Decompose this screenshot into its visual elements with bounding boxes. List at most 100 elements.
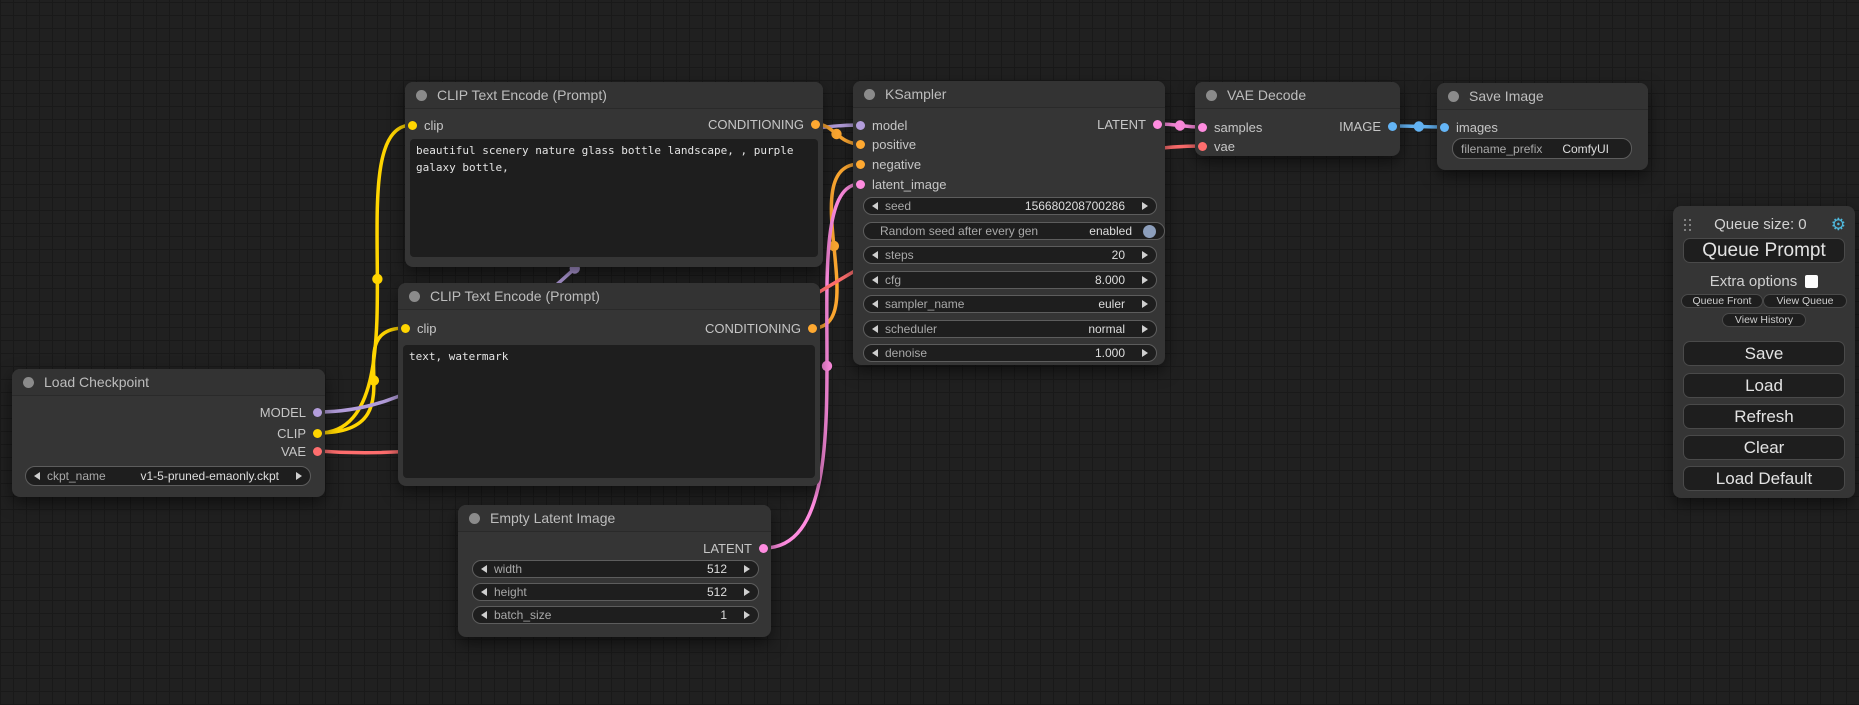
wire-midpoint-dot-clip-to-clip-encode-2 — [369, 375, 379, 385]
widget-label: batch_size — [494, 608, 551, 622]
decrement-arrow-icon[interactable] — [481, 565, 487, 573]
collapse-dot-icon[interactable] — [23, 377, 34, 388]
node-save-image[interactable]: Save Image images filename_prefix ComfyU… — [1437, 83, 1648, 170]
slot-label: CLIP — [277, 426, 306, 441]
node-ksampler[interactable]: KSampler model positive negative latent_… — [853, 81, 1165, 365]
node-title: Empty Latent Image — [490, 510, 615, 526]
widget-steps[interactable]: steps 20 — [863, 246, 1157, 264]
decrement-arrow-icon[interactable] — [872, 300, 878, 308]
slot-dot-model[interactable] — [313, 408, 322, 417]
slot-dot-negative[interactable] — [856, 160, 865, 169]
increment-arrow-icon[interactable] — [1142, 349, 1148, 357]
increment-arrow-icon[interactable] — [1142, 325, 1148, 333]
widget-value: euler — [1098, 297, 1125, 311]
slot-dot-latent-image[interactable] — [856, 180, 865, 189]
slot-dot-conditioning[interactable] — [808, 324, 817, 333]
collapse-dot-icon[interactable] — [416, 90, 427, 101]
widget-cfg[interactable]: cfg 8.000 — [863, 271, 1157, 289]
settings-gear-icon[interactable]: ⚙ — [1831, 216, 1846, 233]
input-slot-clip: clip — [401, 320, 437, 336]
clear-button[interactable]: Clear — [1683, 435, 1845, 460]
widget-scheduler[interactable]: scheduler normal — [863, 320, 1157, 338]
drag-handle-icon[interactable] — [1684, 219, 1686, 221]
collapse-dot-icon[interactable] — [469, 513, 480, 524]
decrement-arrow-icon[interactable] — [872, 202, 878, 210]
output-slot-vae: VAE — [281, 443, 322, 459]
node-vae-decode[interactable]: VAE Decode samples vae IMAGE — [1195, 82, 1400, 156]
input-slot-samples: samples — [1198, 119, 1262, 135]
widget-seed[interactable]: seed 156680208700286 — [863, 197, 1157, 215]
input-slot-positive: positive — [856, 136, 916, 152]
prompt-textarea[interactable]: beautiful scenery nature glass bottle la… — [410, 139, 818, 257]
load-button[interactable]: Load — [1683, 373, 1845, 398]
decrement-arrow-icon[interactable] — [481, 588, 487, 596]
collapse-dot-icon[interactable] — [409, 291, 420, 302]
increment-arrow-icon[interactable] — [296, 472, 302, 480]
node-empty-latent-image[interactable]: Empty Latent Image LATENT width 512 heig… — [458, 505, 771, 637]
view-queue-button[interactable]: View Queue — [1763, 294, 1847, 308]
widget-label: scheduler — [885, 322, 937, 336]
widget-value: 512 — [707, 585, 727, 599]
node-graph-canvas[interactable]: Load Checkpoint MODEL CLIP VAE ckpt_name… — [0, 0, 1859, 705]
increment-arrow-icon[interactable] — [1142, 276, 1148, 284]
widget-random-seed-toggle[interactable]: Random seed after every gen enabled — [863, 222, 1165, 240]
queue-prompt-button[interactable]: Queue Prompt — [1683, 238, 1845, 263]
view-history-button[interactable]: View History — [1722, 313, 1806, 327]
slot-label: IMAGE — [1339, 119, 1381, 134]
toggle-knob-icon[interactable] — [1143, 225, 1156, 238]
node-clip-text-encode-2[interactable]: CLIP Text Encode (Prompt) clip CONDITION… — [398, 283, 820, 486]
decrement-arrow-icon[interactable] — [872, 251, 878, 259]
slot-dot-images[interactable] — [1440, 123, 1449, 132]
widget-denoise[interactable]: denoise 1.000 — [863, 344, 1157, 362]
increment-arrow-icon[interactable] — [1142, 251, 1148, 259]
widget-filename-prefix[interactable]: filename_prefix ComfyUI — [1452, 138, 1632, 159]
node-clip-text-encode-1[interactable]: CLIP Text Encode (Prompt) clip CONDITION… — [405, 82, 823, 267]
slot-dot-clip[interactable] — [401, 324, 410, 333]
widget-batch-size[interactable]: batch_size 1 — [472, 606, 759, 624]
node-title: Load Checkpoint — [44, 374, 149, 390]
collapse-dot-icon[interactable] — [864, 89, 875, 100]
decrement-arrow-icon[interactable] — [481, 611, 487, 619]
widget-sampler-name[interactable]: sampler_name euler — [863, 295, 1157, 313]
extra-options-checkbox[interactable] — [1805, 275, 1818, 288]
widget-width[interactable]: width 512 — [472, 560, 759, 578]
decrement-arrow-icon[interactable] — [872, 325, 878, 333]
load-default-button[interactable]: Load Default — [1683, 466, 1845, 491]
slot-dot-image[interactable] — [1388, 122, 1397, 131]
prompt-textarea[interactable]: text, watermark — [403, 345, 815, 478]
slot-dot-positive[interactable] — [856, 140, 865, 149]
refresh-button[interactable]: Refresh — [1683, 404, 1845, 429]
slot-dot-vae[interactable] — [1198, 142, 1207, 151]
slot-label: VAE — [281, 444, 306, 459]
slot-dot-clip[interactable] — [313, 429, 322, 438]
slot-dot-conditioning[interactable] — [811, 120, 820, 129]
increment-arrow-icon[interactable] — [744, 588, 750, 596]
slot-dot-latent[interactable] — [759, 544, 768, 553]
decrement-arrow-icon[interactable] — [872, 276, 878, 284]
collapse-dot-icon[interactable] — [1448, 91, 1459, 102]
widget-value: 156680208700286 — [1025, 199, 1125, 213]
increment-arrow-icon[interactable] — [744, 611, 750, 619]
decrement-arrow-icon[interactable] — [34, 472, 40, 480]
slot-label: images — [1456, 120, 1498, 135]
slot-dot-model[interactable] — [856, 121, 865, 130]
save-button[interactable]: Save — [1683, 341, 1845, 366]
widget-ckpt-name[interactable]: ckpt_name v1-5-pruned-emaonly.ckpt — [25, 466, 311, 486]
output-slot-conditioning: CONDITIONING — [708, 116, 820, 132]
input-slot-model: model — [856, 117, 907, 133]
widget-value: ComfyUI — [1562, 142, 1609, 156]
slot-dot-clip[interactable] — [408, 121, 417, 130]
decrement-arrow-icon[interactable] — [872, 349, 878, 357]
widget-height[interactable]: height 512 — [472, 583, 759, 601]
input-slot-images: images — [1440, 119, 1498, 135]
collapse-dot-icon[interactable] — [1206, 90, 1217, 101]
slot-dot-vae[interactable] — [313, 447, 322, 456]
slot-dot-latent[interactable] — [1153, 120, 1162, 129]
increment-arrow-icon[interactable] — [744, 565, 750, 573]
increment-arrow-icon[interactable] — [1142, 202, 1148, 210]
widget-label: sampler_name — [885, 297, 964, 311]
node-load-checkpoint[interactable]: Load Checkpoint MODEL CLIP VAE ckpt_name… — [12, 369, 325, 497]
slot-dot-samples[interactable] — [1198, 123, 1207, 132]
queue-front-button[interactable]: Queue Front — [1681, 294, 1763, 308]
increment-arrow-icon[interactable] — [1142, 300, 1148, 308]
